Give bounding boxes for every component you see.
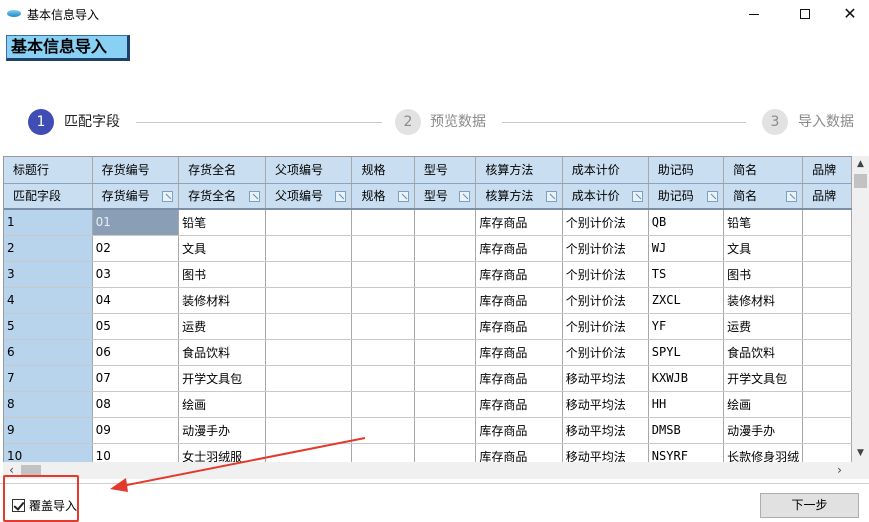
checkbox-checked-icon[interactable]	[12, 499, 25, 512]
cover-import-label: 覆盖导入	[29, 499, 78, 513]
annotation-arrow-icon	[110, 437, 366, 492]
cover-import-checkbox[interactable]: 覆盖导入	[9, 493, 79, 518]
next-step-button[interactable]: 下一步	[760, 493, 859, 518]
